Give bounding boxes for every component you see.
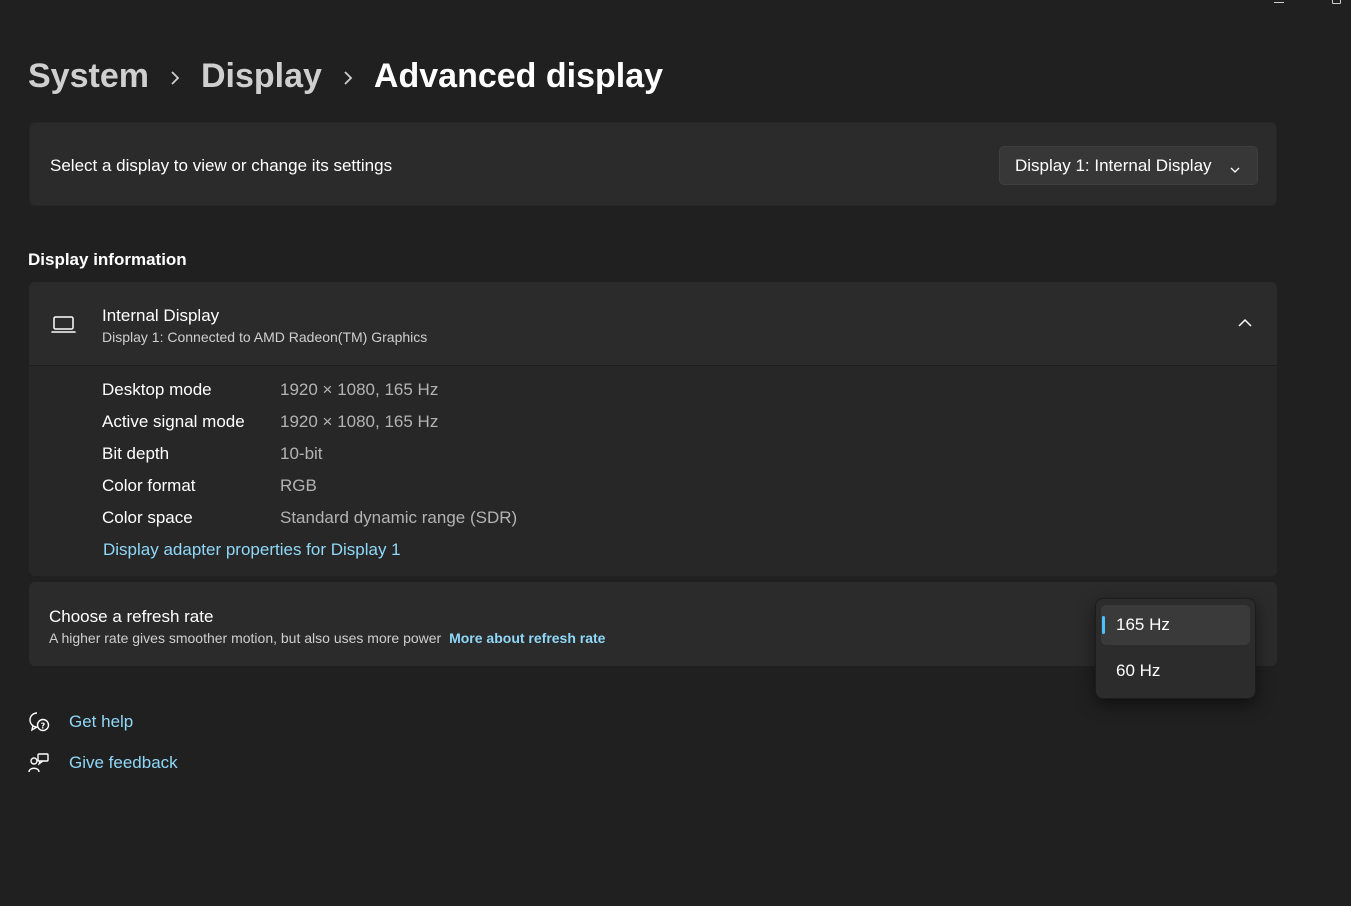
breadcrumb-display[interactable]: Display xyxy=(201,57,322,96)
property-value: 1920 × 1080, 165 Hz xyxy=(280,412,439,431)
display-information-card: Internal Display Display 1: Connected to… xyxy=(29,282,1277,576)
property-value: 1920 × 1080, 165 Hz xyxy=(280,380,439,399)
settings-window: System Display Advanced display Select a… xyxy=(0,0,1351,906)
give-feedback-link[interactable]: Give feedback xyxy=(69,753,178,773)
property-label: Color format xyxy=(102,476,196,495)
display-information-heading: Display information xyxy=(28,250,187,269)
display-select-dropdown[interactable]: Display 1: Internal Display xyxy=(999,146,1258,185)
help-chat-icon: ? xyxy=(28,711,50,733)
refresh-rate-title: Choose a refresh rate xyxy=(49,607,214,626)
laptop-icon xyxy=(51,315,77,340)
breadcrumb-system[interactable]: System xyxy=(28,57,149,96)
select-display-card: Select a display to view or change its s… xyxy=(29,122,1277,206)
chevron-down-icon xyxy=(1229,160,1241,180)
more-about-refresh-rate-link[interactable]: More about refresh rate xyxy=(449,630,605,646)
property-label: Desktop mode xyxy=(102,380,212,399)
restore-button[interactable] xyxy=(1330,0,1342,8)
display-connection: Display 1: Connected to AMD Radeon(TM) G… xyxy=(102,329,428,345)
refresh-rate-dropdown-menu: 165 Hz 60 Hz xyxy=(1095,598,1256,699)
chevron-up-icon xyxy=(1237,315,1253,333)
display-properties: Desktop mode 1920 × 1080, 165 Hz Active … xyxy=(29,366,1277,576)
property-value: 10-bit xyxy=(280,444,323,463)
minimize-button[interactable] xyxy=(1274,0,1286,8)
property-value: Standard dynamic range (SDR) xyxy=(280,508,518,527)
get-help-link[interactable]: Get help xyxy=(69,712,133,732)
property-label: Active signal mode xyxy=(102,412,245,431)
collapse-button[interactable] xyxy=(1231,312,1259,336)
refresh-rate-option-165[interactable]: 165 Hz xyxy=(1101,605,1250,645)
feedback-icon xyxy=(28,752,50,774)
display-adapter-properties-link[interactable]: Display adapter properties for Display 1 xyxy=(103,540,401,560)
property-label: Bit depth xyxy=(102,444,170,463)
select-display-label: Select a display to view or change its s… xyxy=(50,156,393,175)
property-value: RGB xyxy=(280,476,317,495)
refresh-rate-description-text: A higher rate gives smoother motion, but… xyxy=(49,630,442,646)
chevron-right-icon xyxy=(322,57,374,96)
breadcrumb: System Display Advanced display xyxy=(28,52,663,100)
refresh-rate-card: Choose a refresh rate A higher rate give… xyxy=(29,582,1277,666)
display-select-value: Display 1: Internal Display xyxy=(1015,155,1212,175)
display-name: Internal Display xyxy=(102,306,220,325)
property-label: Color space xyxy=(102,508,193,527)
svg-text:?: ? xyxy=(41,722,46,731)
chevron-right-icon xyxy=(149,57,201,96)
display-information-header[interactable]: Internal Display Display 1: Connected to… xyxy=(29,282,1277,366)
get-help-row[interactable]: ? Get help xyxy=(28,708,133,736)
page-title: Advanced display xyxy=(373,56,664,95)
refresh-rate-option-60[interactable]: 60 Hz xyxy=(1101,651,1250,691)
give-feedback-row[interactable]: Give feedback xyxy=(28,749,178,777)
refresh-rate-description: A higher rate gives smoother motion, but… xyxy=(49,630,605,646)
